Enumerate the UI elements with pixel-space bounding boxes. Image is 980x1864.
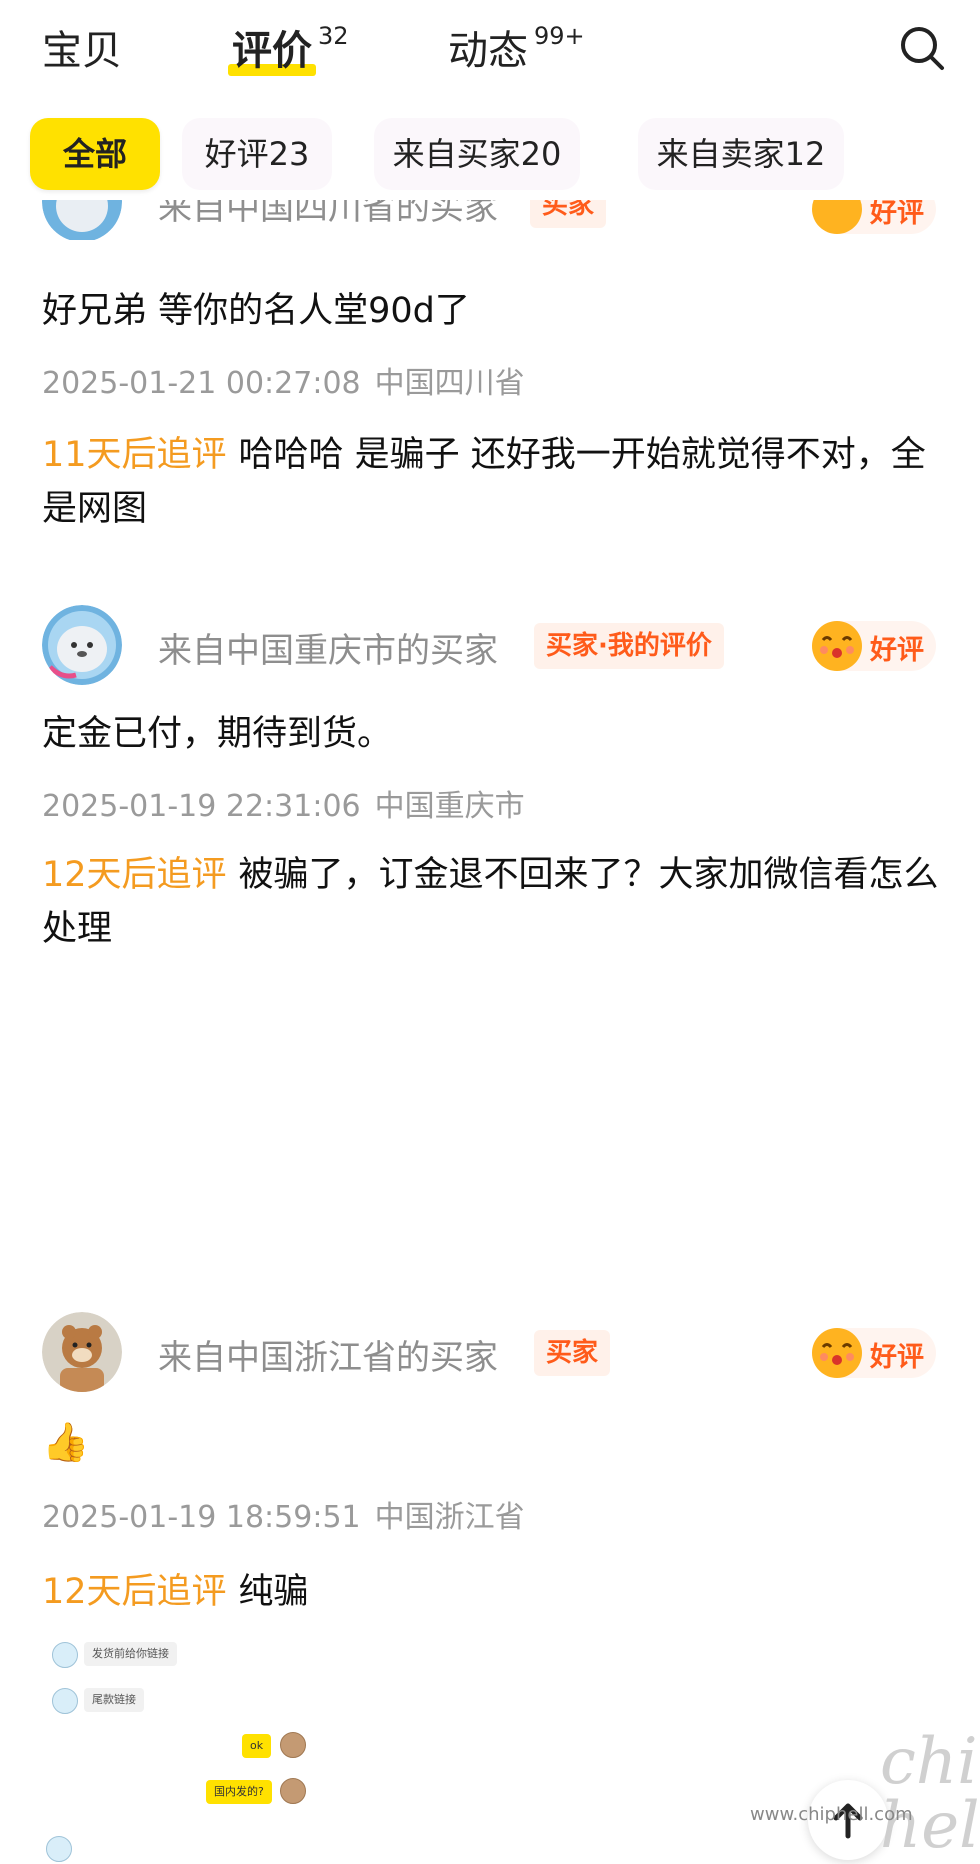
filter-from-sellers[interactable]: 来自卖家12 [638,118,844,190]
tab-reviews[interactable]: 评价 32 [232,18,349,76]
rating-badge: 好评 [812,621,936,671]
filter-positive[interactable]: 好评23 [182,118,332,190]
review-date: 2025-01-19 22:31:06 [42,789,361,824]
chat-bubble: ok [242,1734,272,1758]
buyer-badge: 买家·我的评价 [534,623,724,669]
chat-bubble: 国内发的? [206,1780,272,1804]
filter-all[interactable]: 全部 [30,118,160,190]
review-item: 来自中国浙江省的买家 买家 好评 👍 2025-01-19 18:59:51 中国… [0,1312,980,1632]
avatar[interactable] [42,200,122,240]
tab-activity[interactable]: 动态 99+ [448,18,585,76]
followup-text: 纯骗 [238,1572,309,1612]
smile-face-icon [812,1328,862,1378]
watermark-logo: chiphell [880,1725,980,1863]
followup-label: 11天后追评 [42,435,227,475]
chat-avatar [46,1836,72,1862]
review-date: 2025-01-19 18:59:51 [42,1500,361,1535]
followup-image[interactable]: 发货前给你链接 尾款链接 ok 国内发的? [42,1630,372,1862]
review-header-clipped: 来自中国四川省的买家 买家 好评 [0,200,980,240]
followup-review: 12天后追评 纯骗 [42,1565,942,1619]
rating-label: 好评 [870,635,924,666]
watermark-url: www.chiphell.com [750,1804,913,1825]
review-content: 定金已付，期待到货。 [42,714,393,754]
chat-avatar [52,1642,78,1668]
tab-reviews-count: 32 [318,21,349,50]
chat-avatar [280,1778,306,1804]
rating-badge: 好评 [812,1328,936,1378]
buyer-badge: 买家 [534,1330,611,1376]
tab-activity-label: 动态 [448,28,528,74]
rating-label: 好评 [870,1342,924,1373]
review-content: 👍 [42,1420,90,1464]
review-location: 中国四川省 [374,366,525,401]
tab-activity-count: 99+ [534,21,585,50]
review-meta: 2025-01-21 00:27:08 中国四川省 [42,358,525,402]
search-icon[interactable] [898,24,946,72]
review-item: 来自中国重庆市的买家 买家·我的评价 好评 定金已付，期待到货。 2025-01… [0,605,980,965]
buyer-name: 来自中国四川省的买家 [158,200,498,228]
review-item: 来自中国四川省的买家 买家 好评 好兄弟 等你的名人堂90d了 2025-01-… [0,200,980,540]
smile-face-icon [812,621,862,671]
review-location: 中国重庆市 [374,789,525,824]
avatar[interactable] [42,1312,122,1392]
tab-items-label: 宝贝 [42,28,122,74]
tab-reviews-label: 评价 [232,28,312,74]
followup-review: 11天后追评 哈哈哈 是骗子 还好我一开始就觉得不对，全是网图 [42,428,942,536]
followup-review: 12天后追评 被骗了，订金退不回来了？大家加微信看怎么处理 [42,848,942,956]
review-meta: 2025-01-19 18:59:51 中国浙江省 [42,1492,525,1536]
filter-from-buyers[interactable]: 来自买家20 [374,118,580,190]
followup-label: 12天后追评 [42,1572,227,1612]
tab-items[interactable]: 宝贝 [42,18,122,76]
buyer-name: 来自中国重庆市的买家 [158,631,498,671]
buyer-name: 来自中国浙江省的买家 [158,1338,498,1378]
rating-label: 好评 [870,200,924,229]
review-content: 好兄弟 等你的名人堂90d了 [42,291,470,331]
chat-avatar [52,1688,78,1714]
followup-label: 12天后追评 [42,855,227,895]
top-tab-bar: 宝贝 评价 32 动态 99+ [0,0,980,100]
avatar[interactable] [42,605,122,685]
chat-bubble: 发货前给你链接 [84,1642,177,1666]
chat-bubble: 尾款链接 [84,1688,144,1712]
review-location: 中国浙江省 [374,1500,525,1535]
buyer-badge: 买家 [530,200,607,228]
rating-badge: 好评 [812,200,936,234]
chat-avatar [280,1732,306,1758]
review-date: 2025-01-21 00:27:08 [42,366,361,401]
review-meta: 2025-01-19 22:31:06 中国重庆市 [42,781,525,825]
smile-face-icon [812,200,862,234]
